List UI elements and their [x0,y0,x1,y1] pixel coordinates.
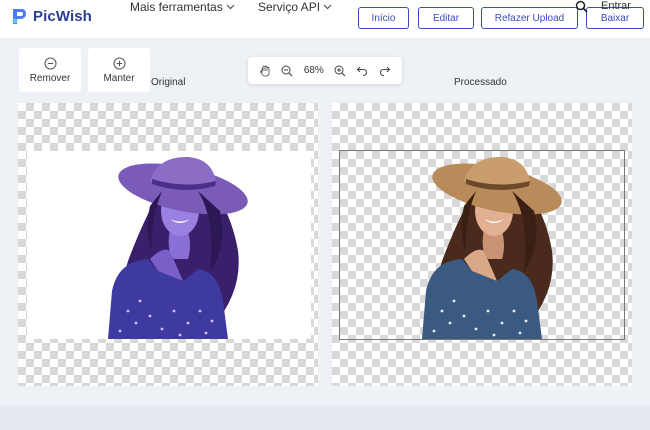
processed-subject-image [422,156,562,339]
processed-canvas[interactable] [332,103,632,386]
nav-api-service[interactable]: Serviço API [258,0,332,14]
zoom-in-icon[interactable] [334,65,346,77]
original-label: Original [151,77,186,88]
zoom-out-icon[interactable] [281,65,293,77]
top-header: PicWish Mais ferramentas Serviço API Iní… [0,0,650,38]
reupload-button[interactable]: Refazer Upload [481,7,578,29]
undo-icon[interactable] [356,65,368,77]
keep-tool-label: Manter [103,72,135,84]
keep-tool-button[interactable]: Manter [88,48,150,92]
zoom-level: 68% [303,65,324,76]
footer-strip [0,405,650,430]
chevron-down-icon [323,4,332,10]
search-icon[interactable] [575,0,588,13]
chevron-down-icon [226,4,235,10]
login-link[interactable]: Entrar [601,0,631,12]
plus-circle-icon [113,57,125,69]
redo-icon[interactable] [379,65,391,77]
hand-icon[interactable] [259,65,271,77]
remove-tool-button[interactable]: Remover [19,48,81,92]
remove-tool-label: Remover [29,72,71,84]
picwish-logo-icon [12,9,26,24]
original-canvas[interactable] [18,103,318,386]
zoom-toolbar: 68% [248,57,402,84]
logo-text: PicWish [33,7,92,25]
nav-more-tools[interactable]: Mais ferramentas [130,0,235,14]
edit-button[interactable]: Editar [418,7,474,29]
nav-more-tools-label: Mais ferramentas [130,0,223,14]
home-button[interactable]: Início [358,7,409,29]
processed-label: Processado [454,77,507,88]
minus-circle-icon [44,57,56,69]
logo[interactable]: PicWish [11,6,92,26]
nav-api-service-label: Serviço API [258,0,321,14]
original-subject-image [108,156,248,339]
